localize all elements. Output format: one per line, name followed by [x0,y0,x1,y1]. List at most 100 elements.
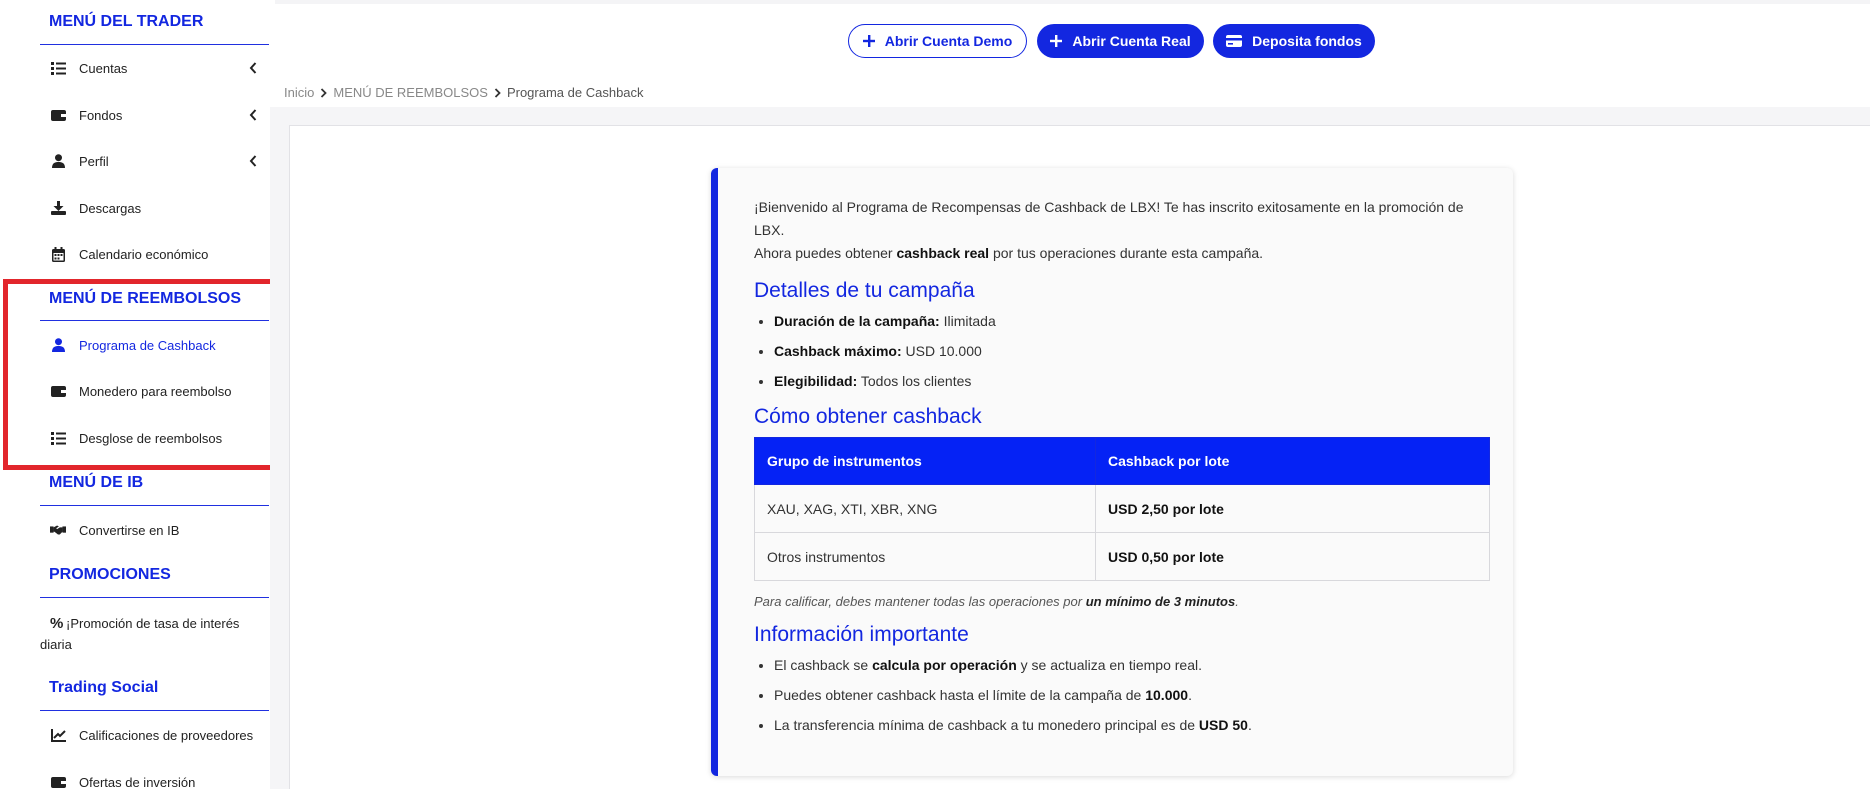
intro-emphasis: cashback real [896,245,990,261]
column-header: Cashback por lote [1095,437,1490,485]
column-header: Grupo de instrumentos [754,437,1096,485]
open-real-account-button[interactable]: Abrir Cuenta Real [1037,24,1204,58]
calendar-icon [50,246,66,262]
info-text: Puedes obtener cashback hasta el límite … [774,687,1146,703]
sidebar-item-convertirse[interactable]: Convertirse en IB [40,510,269,550]
chevron-left-icon [247,108,259,122]
how-to-earn-title: Cómo obtener cashback [754,405,982,428]
note-emphasis: un mínimo de 3 minutos [1085,594,1236,609]
list-item: Cashback máximo: USD 10.000 [774,341,1490,361]
table-row: Otros instrumentos USD 0,50 por lote [754,532,1490,581]
table-cell: Otros instrumentos [754,532,1096,581]
breadcrumb: Inicio MENÚ DE REEMBOLSOS Programa de Ca… [284,85,644,100]
sidebar-item-label: Convertirse en IB [79,522,180,538]
table-row: XAU, XAG, XTI, XBR, XNG USD 2,50 por lot… [754,484,1490,533]
table-header-row: Grupo de instrumentos Cashback por lote [754,437,1490,485]
plus-icon [1050,35,1063,47]
button-label: Abrir Cuenta Demo [884,33,1013,49]
cashback-table: Grupo de instrumentos Cashback por lote … [754,437,1490,581]
detail-value: Ilimitada [939,313,996,329]
list-item: Duración de la campaña: Ilimitada [774,311,1490,331]
info-emphasis: 10.000 [1145,687,1189,703]
sidebar-item-label: Descargas [79,200,142,216]
chart-line-icon [50,727,66,743]
chevron-left-icon [247,61,259,75]
section-title-ib: MENÚ DE IB [49,474,144,491]
list-item: Puedes obtener cashback hasta el límite … [774,685,1490,705]
sidebar-item-fondos[interactable]: Fondos [40,95,269,135]
detail-label: Elegibilidad: [774,373,858,389]
sidebar-item-label: Calificaciones de proveedores [79,727,254,743]
sidebar-item-label: % ¡Promoción de tasa de interés diaria [40,613,240,655]
info-text: El cashback se [774,657,873,673]
breadcrumb-section[interactable]: MENÚ DE REEMBOLSOS [333,85,488,100]
list-item: El cashback se calcula por operación y s… [774,655,1490,675]
divider [40,505,269,506]
sidebar-item-promocion-tasa[interactable]: % ¡Promoción de tasa de interés diaria [40,605,269,653]
button-label: Deposita fondos [1252,33,1362,49]
download-icon [50,200,66,216]
table-cell: XAU, XAG, XTI, XBR, XNG [754,484,1096,533]
info-text: y se actualiza en tiempo real. [1016,657,1202,673]
sidebar-item-perfil[interactable]: Perfil [40,141,269,181]
intro-text: ¡Bienvenido al Programa de Recompensas d… [754,196,1490,265]
sidebar-item-text: ¡Promoción de tasa de interés diaria [40,616,240,652]
divider [40,597,269,598]
section-title-social: Trading Social [49,679,159,696]
note-end: . [1235,594,1239,609]
qualification-note: Para calificar, debes mantener todas las… [754,594,1490,609]
intro-line-2a: Ahora puedes obtener [754,245,897,261]
chevron-right-icon [494,87,501,98]
intro-line-2c: por tus operaciones durante esta campaña… [989,245,1264,261]
list-icon [50,60,66,76]
table-cell: USD 2,50 por lote [1095,484,1490,533]
info-text: . [1247,717,1252,733]
chevron-right-icon [320,87,328,98]
user-icon [50,153,66,169]
campaign-details-title: Detalles de tu campaña [754,279,975,302]
detail-label: Duración de la campaña: [774,313,940,329]
open-demo-account-button[interactable]: Abrir Cuenta Demo [848,24,1027,58]
wallet-icon [50,107,66,123]
sidebar-item-label: Calendario económico [79,246,209,262]
list-item: La transferencia mínima de cashback a tu… [774,715,1490,735]
detail-value: Todos los clientes [857,373,972,389]
top-strip [275,0,1870,4]
plus-icon [862,35,875,47]
section-title-trader: MENÚ DEL TRADER [49,13,204,30]
sidebar-item-ofertas[interactable]: Ofertas de inversión [40,762,269,789]
chevron-left-icon [247,154,259,168]
sidebar-item-label: Cuentas [79,60,128,76]
divider [40,710,269,711]
info-emphasis: USD 50 [1198,717,1248,733]
info-text: La transferencia mínima de cashback a tu… [774,717,1199,733]
detail-label: Cashback máximo: [774,343,902,359]
sidebar-item-calendario[interactable]: Calendario económico [40,234,269,274]
breadcrumb-home[interactable]: Inicio [284,85,314,100]
table-cell: USD 0,50 por lote [1095,532,1490,581]
deposit-funds-button[interactable]: Deposita fondos [1213,24,1375,58]
section-title-promociones: PROMOCIONES [49,566,171,583]
sidebar-item-cuentas[interactable]: Cuentas [40,48,269,88]
sidebar-item-label: Perfil [79,153,109,169]
note-text: Para calificar, debes mantener todas las… [754,594,1086,609]
info-emphasis: calcula por operación [872,657,1017,673]
sidebar-item-calificaciones[interactable]: Calificaciones de proveedores [40,715,269,755]
info-text: . [1188,687,1192,703]
cashback-info-card: ¡Bienvenido al Programa de Recompensas d… [711,168,1513,776]
sidebar-item-label: Fondos [79,107,123,123]
credit-card-icon [1226,35,1243,47]
handshake-icon [50,522,66,538]
list-item: Elegibilidad: Todos los clientes [774,371,1490,391]
breadcrumb-current: Programa de Cashback [506,85,644,100]
campaign-details-list: Duración de la campaña: Ilimitada Cashba… [754,311,1490,391]
percent-icon: % [50,615,64,632]
important-info-list: El cashback se calcula por operación y s… [754,655,1490,735]
wallet-icon [50,774,66,789]
intro-line-1: ¡Bienvenido al Programa de Recompensas d… [754,199,1464,238]
button-label: Abrir Cuenta Real [1072,33,1191,49]
detail-value: USD 10.000 [901,343,982,359]
divider [40,44,269,45]
sidebar-item-label: Ofertas de inversión [79,774,196,789]
sidebar-item-descargas[interactable]: Descargas [40,188,269,228]
